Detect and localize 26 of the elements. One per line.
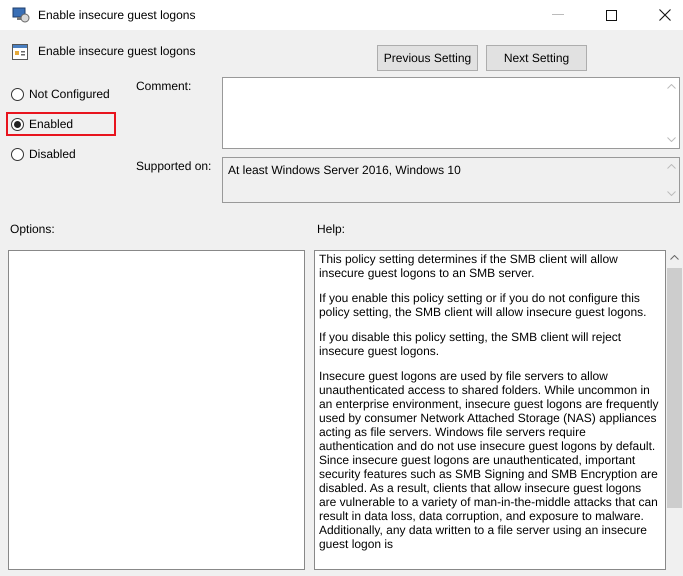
options-label: Options: [9, 222, 56, 238]
minimize-icon[interactable] [552, 14, 564, 16]
help-paragraph: If you disable this policy setting, the SMB client will reject insecure guest logons. [319, 330, 622, 358]
comment-label: Comment: [135, 78, 192, 95]
setting-button[interactable]: Next Setting [486, 45, 587, 71]
help-label: Help: [317, 222, 346, 238]
help-paragraph: Insecure guest logons are used by file servers to allow unauthenticated access to shared folders. While uncommon in an enterprise environment, insecure guest logons are frequently used by consumer Network Attached Storage (NAS) appliances acting as file servers. Windows file servers require authentication and do not use insecure guest logons by default. Since insecure guest logons are unauthenticated, important security features such as SMB Signing and SMB Encryption are disabled. As a result, clients that allow insecure guest logons are vulnerable to a variety of man-in-the-middle attacks that can result in data loss, data corruption, and exposure to malware. Additionally, any data written to a file server using an insecure guest logon is [319, 369, 660, 551]
scroll-down-icon[interactable] [666, 137, 676, 142]
scrollbar-thumb[interactable] [667, 268, 682, 508]
app-icon [12, 7, 30, 23]
policy-icon [12, 44, 28, 60]
help-paragraph: This policy setting determines if the SMB client will allow insecure guest logons to an SMB server. [319, 252, 619, 280]
help-paragraph: If you enable this policy setting or if you do not configure this policy setting, the SMB client will allow insecure guest logons. [319, 291, 648, 319]
scroll-down-icon[interactable] [666, 191, 676, 196]
radio-option[interactable]: Disabled [8, 147, 76, 161]
close-icon[interactable] [659, 9, 671, 21]
maximize-icon[interactable] [606, 10, 617, 20]
window-title: Enable insecure guest logons [38, 8, 196, 22]
radio-option[interactable]: Enabled [8, 117, 74, 131]
supported-label: Supported on: [135, 158, 212, 175]
supported-field: At least Windows Server 2016, Windows 10 [222, 157, 680, 203]
scroll-up-icon[interactable] [670, 255, 679, 260]
setting-button[interactable]: Previous Setting [377, 45, 478, 71]
comment-field[interactable] [222, 77, 680, 149]
policy-name: Enable insecure guest logons [38, 44, 196, 58]
radio-option[interactable]: Not Configured [8, 87, 110, 101]
